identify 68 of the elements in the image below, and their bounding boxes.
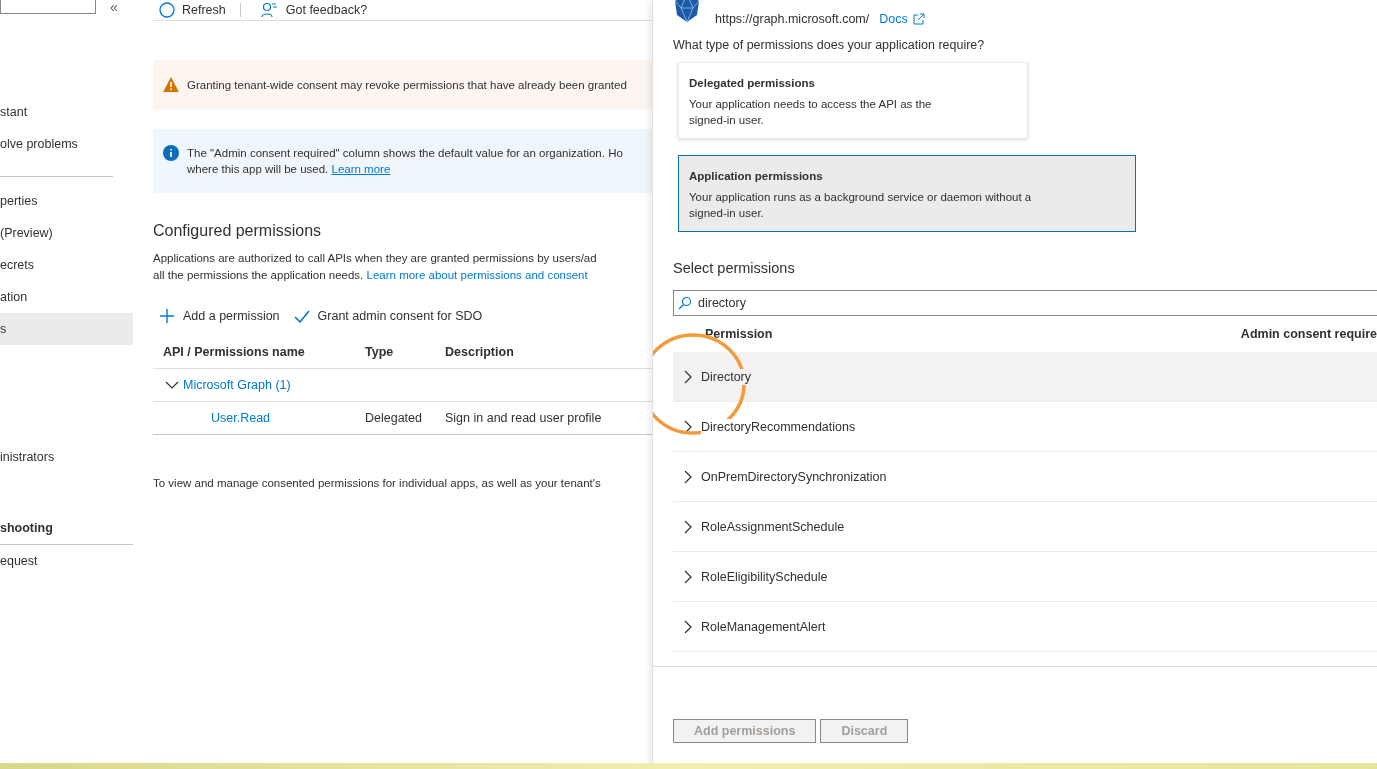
table-cell: Sign in and read user profile (445, 411, 602, 425)
column-header: API / Permissions name (153, 336, 365, 369)
collapse-button[interactable]: « (110, 0, 118, 14)
chevron-right-icon (683, 569, 693, 584)
refresh-button[interactable]: Refresh (153, 2, 226, 18)
description-text: all the permissions the application needs. Learn more about permissions and consent (153, 268, 589, 283)
chevron-right-icon (683, 519, 693, 534)
chevron-right-icon (683, 369, 693, 384)
column-header: Permission (705, 327, 773, 341)
permission-group-row[interactable]: OnPremDirectorySynchronization (673, 452, 1377, 502)
nav-item[interactable]: olve problems (0, 128, 133, 160)
info-text: where this app will be used. Learn more (187, 162, 392, 177)
permission-group-row[interactable]: RoleManagementAlert (673, 602, 1377, 652)
info-text: The "Admin consent required" column shows the default value for an organization. Ho (187, 146, 623, 161)
description-text: Applications are authorized to call APIs when they are granted permissions by users/ad (153, 251, 598, 266)
nav-item[interactable]: ecrets (0, 249, 133, 281)
card-title: Delegated permissions (689, 76, 816, 91)
permission-group-row[interactable]: RoleAssignmentSchedule (673, 502, 1377, 552)
permission-group-row[interactable]: DirectoryRecommendations (673, 402, 1377, 452)
permission-type-card[interactable]: Application permissions Your application runs as a background service or daemon without a signed-in user. (678, 155, 1136, 232)
nav-item[interactable]: inistrators (0, 441, 133, 473)
permission-type-card[interactable]: Delegated permissions Your application needs to access the API as the signed-in user. (678, 62, 1028, 139)
api-url: https://graph.microsoft.com/ (715, 12, 870, 26)
question-text: What type of permissions does your application require? (673, 38, 986, 52)
nav-item[interactable]: ation (0, 281, 133, 313)
section-title: Configured permissions (153, 222, 323, 240)
permission-group-name: DirectoryRecommendations (701, 418, 856, 435)
chevron-right-icon (683, 619, 693, 634)
group-toggle[interactable]: Microsoft Graph (1) (165, 378, 291, 392)
plus-icon (159, 308, 175, 324)
chevron-right-icon (683, 469, 693, 484)
people-icon (260, 2, 279, 18)
grant-consent-button[interactable]: Grant admin consent for SDO (293, 308, 483, 324)
chevron-right-icon (683, 419, 693, 434)
card-title: Application permissions (689, 169, 824, 184)
permission-group-name: Directory (701, 368, 751, 385)
learn-more-link[interactable]: Learn more (331, 163, 391, 175)
warning-icon (163, 77, 179, 92)
info-icon (163, 145, 179, 161)
nav-item[interactable]: perties (0, 185, 133, 217)
check-icon (293, 309, 310, 323)
nav-item[interactable]: s (0, 313, 133, 345)
nav-item[interactable]: equest (0, 545, 133, 577)
refresh-icon (159, 2, 175, 18)
permission-group-row[interactable]: Directory (673, 352, 1377, 402)
section-title: Select permissions (673, 260, 796, 276)
learn-more-link[interactable]: Learn more about permissions and consent (366, 269, 588, 281)
chevron-down-icon (165, 380, 179, 390)
permission-link[interactable]: User.Read (211, 411, 271, 425)
search-icon (678, 296, 692, 310)
section-heading: shooting (0, 512, 133, 545)
api-logo-icon (673, 0, 701, 22)
table-cell: Delegated (365, 411, 422, 425)
search-field[interactable]: directory (673, 290, 1377, 316)
docs-link[interactable]: Docs (879, 12, 925, 26)
warning-text: Granting tenant-wide consent may revoke permissions that have already been granted (187, 78, 627, 93)
card-description: Your application needs to access the API as the signed-in user. (689, 97, 933, 128)
footer-text: To view and manage consented permissions for individual apps, as well as your tenant's (153, 477, 602, 489)
add-permission-button[interactable]: Add a permission (159, 308, 280, 324)
permission-group-row[interactable]: RoleEligibilitySchedule (673, 552, 1377, 602)
nav-item[interactable]: (Preview) (0, 217, 133, 249)
nav-item[interactable]: stant (0, 96, 133, 128)
feedback-button[interactable]: Got feedback? (254, 2, 368, 18)
column-header: Admin consent require (1240, 327, 1377, 341)
search-field[interactable] (0, 0, 96, 14)
column-header: Type (365, 336, 445, 369)
card-description: Your application runs as a background service or daemon without a signed-in user. (689, 190, 1033, 221)
external-link-icon (912, 13, 925, 25)
